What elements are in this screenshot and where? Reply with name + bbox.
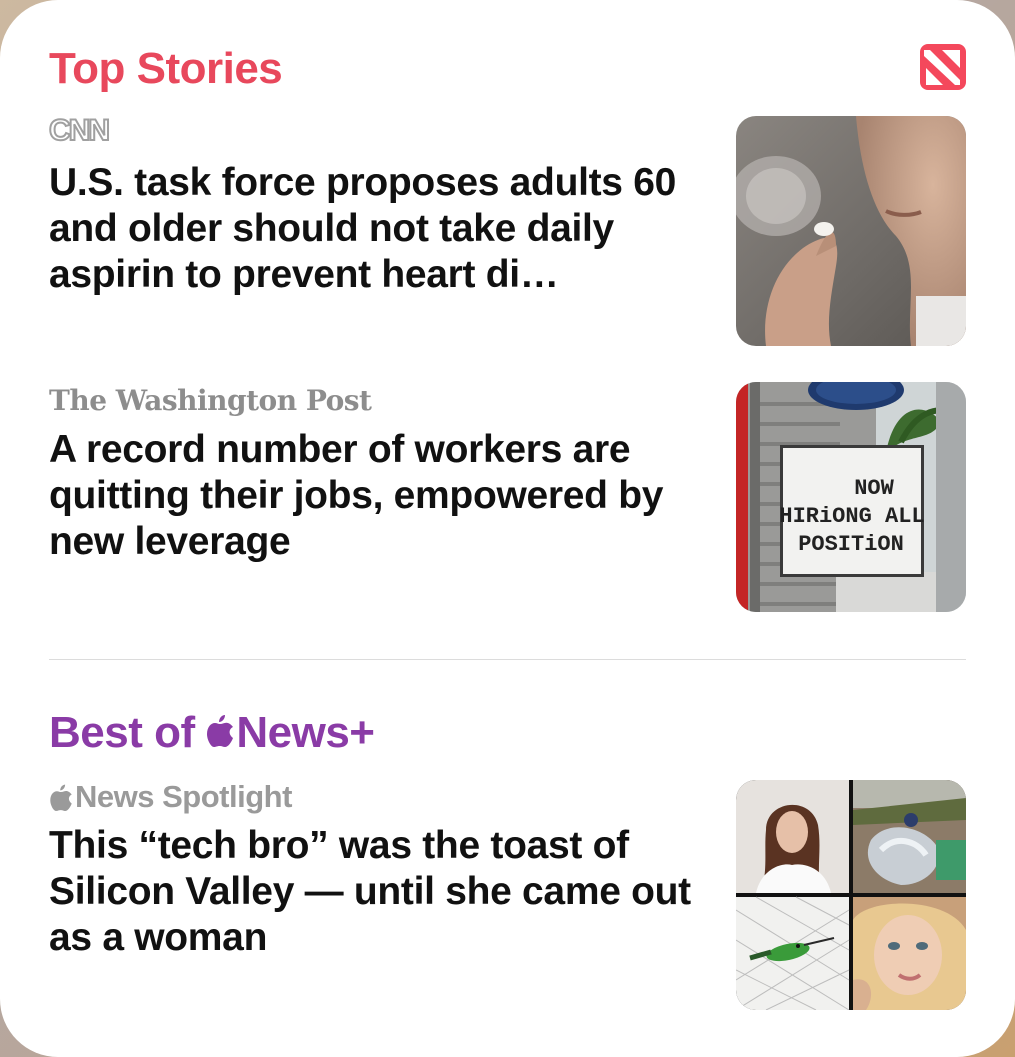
story-cnn[interactable]: CNN U.S. task force proposes adults 60 a… (48, 113, 709, 298)
story-washington-post[interactable]: The Washington Post A record number of w… (49, 382, 709, 565)
story-headline: A record number of workers are quitting … (49, 428, 664, 563)
top-stories-title: Top Stories (49, 44, 283, 93)
top-stories-widget[interactable]: Top Stories CNN U.S. task force proposes… (0, 0, 1015, 1057)
section-divider (49, 659, 966, 660)
apple-news-icon (920, 44, 966, 90)
sign-line-2: HIRiONG ALL (779, 504, 924, 529)
publisher-logo-cnn: CNN (48, 113, 111, 148)
story-headline: This “tech bro” was the toast of Silicon… (49, 824, 691, 959)
publisher-logo-news-spotlight: News Spotlight (49, 779, 709, 815)
story-news-spotlight[interactable]: News Spotlight This “tech bro” was the t… (49, 779, 709, 961)
story-thumbnail-collage[interactable] (736, 780, 966, 1010)
sign-line-1: NOW (854, 476, 894, 501)
story-headline: U.S. task force proposes adults 60 and o… (49, 161, 677, 296)
sign-line-3: POSITiON (798, 532, 904, 557)
apple-logo-icon (50, 784, 72, 811)
apple-logo-icon (207, 715, 234, 747)
publisher-logo-washington-post: The Washington Post (49, 383, 372, 417)
story-thumbnail-pill[interactable] (736, 116, 966, 346)
story-thumbnail-hiring-sign[interactable]: NOW HIRiONG ALL POSITiON (736, 382, 966, 612)
best-of-news-plus-title: Best of News+ (49, 708, 375, 757)
